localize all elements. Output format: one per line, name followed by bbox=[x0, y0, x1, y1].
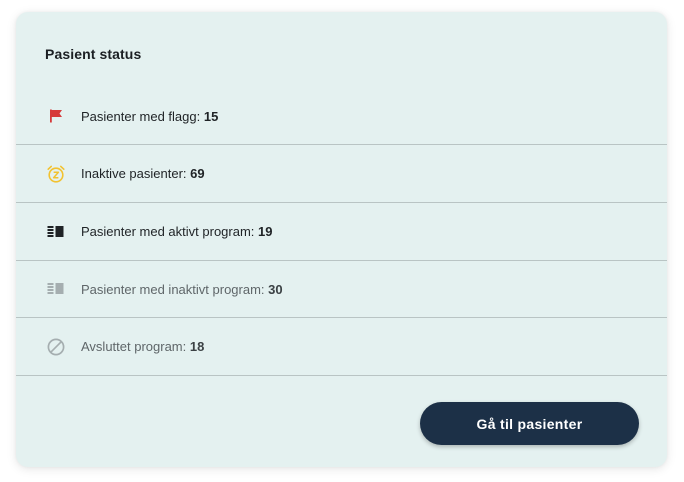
card-title: Pasient status bbox=[45, 46, 142, 62]
active-program-icon bbox=[46, 222, 66, 242]
status-label: Pasienter med inaktivt program: bbox=[81, 281, 269, 297]
status-row-text: Inaktive pasienter: 69 bbox=[81, 166, 205, 181]
status-list: Pasienter med flagg: 15 Inaktive pasient… bbox=[16, 88, 667, 376]
status-row-text: Pasienter med inaktivt program: 30 bbox=[81, 282, 283, 297]
status-row-flagged: Pasienter med flagg: 15 bbox=[16, 88, 667, 145]
status-count: 18 bbox=[189, 339, 205, 354]
status-count: 19 bbox=[258, 224, 273, 239]
block-icon bbox=[46, 337, 66, 357]
status-row-text: Pasienter med aktivt program: 19 bbox=[81, 224, 273, 239]
status-label: Inaktive pasienter: bbox=[81, 166, 191, 181]
inactive-program-icon bbox=[46, 279, 66, 299]
status-row-text: Avsluttet program: 18 bbox=[81, 339, 204, 354]
status-row-inactive-program: Pasienter med inaktivt program: 30 bbox=[16, 261, 667, 318]
status-row-finished-program: Avsluttet program: 18 bbox=[16, 318, 667, 376]
status-label: Pasienter med aktivt program: bbox=[81, 224, 259, 239]
status-row-text: Pasienter med flagg: 15 bbox=[81, 109, 218, 124]
status-count: 15 bbox=[203, 108, 219, 124]
status-label: Pasienter med flagg: bbox=[81, 108, 204, 124]
status-row-inactive-patients: Inaktive pasienter: 69 bbox=[16, 145, 667, 203]
patient-status-card: Pasient status Pasienter med flagg: 15 I… bbox=[16, 12, 667, 467]
status-count: 30 bbox=[268, 281, 283, 297]
go-to-patients-button[interactable]: Gå til pasienter bbox=[420, 402, 639, 445]
status-label: Avsluttet program: bbox=[81, 339, 190, 354]
flag-icon bbox=[46, 106, 66, 126]
status-row-active-program: Pasienter med aktivt program: 19 bbox=[16, 203, 667, 261]
status-count: 69 bbox=[190, 166, 205, 181]
snooze-alarm-icon bbox=[46, 164, 66, 184]
